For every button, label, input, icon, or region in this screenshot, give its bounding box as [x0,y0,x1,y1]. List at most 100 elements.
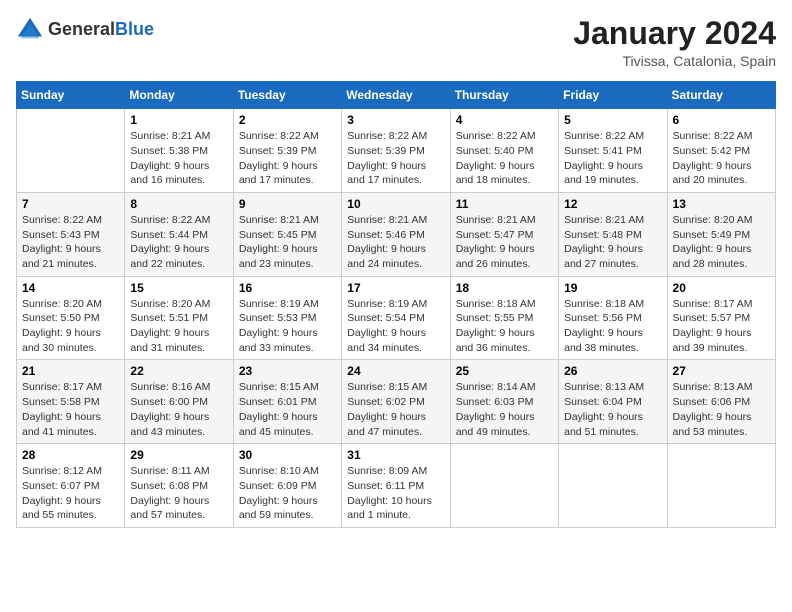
cell-content: Sunrise: 8:20 AM Sunset: 5:50 PM Dayligh… [22,297,119,356]
day-number: 25 [456,364,553,378]
day-number: 17 [347,281,444,295]
day-number: 8 [130,197,227,211]
cell-content: Sunrise: 8:14 AM Sunset: 6:03 PM Dayligh… [456,380,553,439]
location-title: Tivissa, Catalonia, Spain [573,53,776,69]
cell-content: Sunrise: 8:20 AM Sunset: 5:51 PM Dayligh… [130,297,227,356]
day-number: 16 [239,281,336,295]
cell-content: Sunrise: 8:22 AM Sunset: 5:39 PM Dayligh… [347,129,444,188]
header-row: SundayMondayTuesdayWednesdayThursdayFrid… [17,82,776,109]
cell-week1-day0: 7 Sunrise: 8:22 AM Sunset: 5:43 PM Daylig… [17,192,125,276]
logo-general: General [48,19,115,39]
cell-week3-day2: 23 Sunrise: 8:15 AM Sunset: 6:01 PM Dayli… [233,360,341,444]
cell-week1-day6: 13Sunrise: 8:20 AM Sunset: 5:49 PM Dayli… [667,192,775,276]
cell-content: Sunrise: 8:22 AM Sunset: 5:41 PM Dayligh… [564,129,661,188]
cell-week2-day3: 17 Sunrise: 8:19 AM Sunset: 5:54 PM Dayli… [342,276,450,360]
cell-week4-day3: 31 Sunrise: 8:09 AM Sunset: 6:11 PM Dayli… [342,444,450,528]
day-number: 19 [564,281,661,295]
cell-week4-day6 [667,444,775,528]
day-header-thursday: Thursday [450,82,558,109]
day-number: 9 [239,197,336,211]
cell-content: Sunrise: 8:15 AM Sunset: 6:01 PM Dayligh… [239,380,336,439]
cell-week2-day5: 19Sunrise: 8:18 AM Sunset: 5:56 PM Dayli… [559,276,667,360]
day-number: 23 [239,364,336,378]
cell-content: Sunrise: 8:16 AM Sunset: 6:00 PM Dayligh… [130,380,227,439]
cell-content: Sunrise: 8:12 AM Sunset: 6:07 PM Dayligh… [22,464,119,523]
week-row-2: 14 Sunrise: 8:20 AM Sunset: 5:50 PM Dayli… [17,276,776,360]
week-row-1: 7 Sunrise: 8:22 AM Sunset: 5:43 PM Daylig… [17,192,776,276]
day-number: 26 [564,364,661,378]
cell-week2-day0: 14 Sunrise: 8:20 AM Sunset: 5:50 PM Dayli… [17,276,125,360]
cell-content: Sunrise: 8:13 AM Sunset: 6:06 PM Dayligh… [673,380,770,439]
cell-content: Sunrise: 8:21 AM Sunset: 5:45 PM Dayligh… [239,213,336,272]
cell-week4-day1: 29Sunrise: 8:11 AM Sunset: 6:08 PM Dayli… [125,444,233,528]
cell-content: Sunrise: 8:21 AM Sunset: 5:38 PM Dayligh… [130,129,227,188]
cell-week0-day5: 5 Sunrise: 8:22 AM Sunset: 5:41 PM Daylig… [559,109,667,193]
day-number: 2 [239,113,336,127]
week-row-4: 28Sunrise: 8:12 AM Sunset: 6:07 PM Dayli… [17,444,776,528]
cell-week4-day2: 30 Sunrise: 8:10 AM Sunset: 6:09 PM Dayli… [233,444,341,528]
cell-week4-day5 [559,444,667,528]
cell-content: Sunrise: 8:10 AM Sunset: 6:09 PM Dayligh… [239,464,336,523]
cell-week0-day4: 4 Sunrise: 8:22 AM Sunset: 5:40 PM Daylig… [450,109,558,193]
title-area: January 2024 Tivissa, Catalonia, Spain [573,16,776,69]
cell-content: Sunrise: 8:22 AM Sunset: 5:43 PM Dayligh… [22,213,119,272]
cell-content: Sunrise: 8:18 AM Sunset: 5:55 PM Dayligh… [456,297,553,356]
cell-content: Sunrise: 8:22 AM Sunset: 5:39 PM Dayligh… [239,129,336,188]
cell-content: Sunrise: 8:19 AM Sunset: 5:53 PM Dayligh… [239,297,336,356]
month-title: January 2024 [573,16,776,51]
day-number: 18 [456,281,553,295]
day-number: 10 [347,197,444,211]
day-number: 30 [239,448,336,462]
week-row-3: 21 Sunrise: 8:17 AM Sunset: 5:58 PM Dayli… [17,360,776,444]
cell-week0-day2: 2 Sunrise: 8:22 AM Sunset: 5:39 PM Daylig… [233,109,341,193]
cell-week0-day6: 6 Sunrise: 8:22 AM Sunset: 5:42 PM Daylig… [667,109,775,193]
day-number: 4 [456,113,553,127]
cell-content: Sunrise: 8:22 AM Sunset: 5:44 PM Dayligh… [130,213,227,272]
cell-week3-day1: 22 Sunrise: 8:16 AM Sunset: 6:00 PM Dayli… [125,360,233,444]
day-header-wednesday: Wednesday [342,82,450,109]
cell-week3-day4: 25 Sunrise: 8:14 AM Sunset: 6:03 PM Dayli… [450,360,558,444]
day-number: 11 [456,197,553,211]
cell-content: Sunrise: 8:17 AM Sunset: 5:58 PM Dayligh… [22,380,119,439]
cell-week4-day0: 28Sunrise: 8:12 AM Sunset: 6:07 PM Dayli… [17,444,125,528]
day-number: 6 [673,113,770,127]
cell-content: Sunrise: 8:22 AM Sunset: 5:42 PM Dayligh… [673,129,770,188]
calendar-table: SundayMondayTuesdayWednesdayThursdayFrid… [16,81,776,528]
cell-content: Sunrise: 8:15 AM Sunset: 6:02 PM Dayligh… [347,380,444,439]
day-number: 31 [347,448,444,462]
week-row-0: 1Sunrise: 8:21 AM Sunset: 5:38 PM Daylig… [17,109,776,193]
cell-week2-day6: 20Sunrise: 8:17 AM Sunset: 5:57 PM Dayli… [667,276,775,360]
day-header-friday: Friday [559,82,667,109]
cell-content: Sunrise: 8:19 AM Sunset: 5:54 PM Dayligh… [347,297,444,356]
cell-week2-day2: 16 Sunrise: 8:19 AM Sunset: 5:53 PM Dayli… [233,276,341,360]
cell-week3-day5: 26 Sunrise: 8:13 AM Sunset: 6:04 PM Dayli… [559,360,667,444]
cell-week1-day1: 8 Sunrise: 8:22 AM Sunset: 5:44 PM Daylig… [125,192,233,276]
day-number: 27 [673,364,770,378]
day-number: 5 [564,113,661,127]
day-number: 7 [22,197,119,211]
cell-content: Sunrise: 8:20 AM Sunset: 5:49 PM Dayligh… [673,213,770,272]
cell-week1-day2: 9 Sunrise: 8:21 AM Sunset: 5:45 PM Daylig… [233,192,341,276]
cell-week2-day1: 15Sunrise: 8:20 AM Sunset: 5:51 PM Dayli… [125,276,233,360]
day-number: 29 [130,448,227,462]
cell-week2-day4: 18 Sunrise: 8:18 AM Sunset: 5:55 PM Dayli… [450,276,558,360]
cell-week3-day6: 27 Sunrise: 8:13 AM Sunset: 6:06 PM Dayli… [667,360,775,444]
day-number: 21 [22,364,119,378]
cell-content: Sunrise: 8:09 AM Sunset: 6:11 PM Dayligh… [347,464,444,523]
day-number: 12 [564,197,661,211]
cell-content: Sunrise: 8:21 AM Sunset: 5:47 PM Dayligh… [456,213,553,272]
day-number: 22 [130,364,227,378]
day-number: 14 [22,281,119,295]
cell-content: Sunrise: 8:17 AM Sunset: 5:57 PM Dayligh… [673,297,770,356]
day-number: 3 [347,113,444,127]
cell-content: Sunrise: 8:22 AM Sunset: 5:40 PM Dayligh… [456,129,553,188]
cell-content: Sunrise: 8:13 AM Sunset: 6:04 PM Dayligh… [564,380,661,439]
cell-week1-day3: 10Sunrise: 8:21 AM Sunset: 5:46 PM Dayli… [342,192,450,276]
cell-week3-day0: 21 Sunrise: 8:17 AM Sunset: 5:58 PM Dayli… [17,360,125,444]
cell-week4-day4 [450,444,558,528]
header: GeneralBlue January 2024 Tivissa, Catalo… [16,16,776,69]
day-number: 24 [347,364,444,378]
day-header-sunday: Sunday [17,82,125,109]
cell-week1-day4: 11 Sunrise: 8:21 AM Sunset: 5:47 PM Dayli… [450,192,558,276]
day-header-monday: Monday [125,82,233,109]
